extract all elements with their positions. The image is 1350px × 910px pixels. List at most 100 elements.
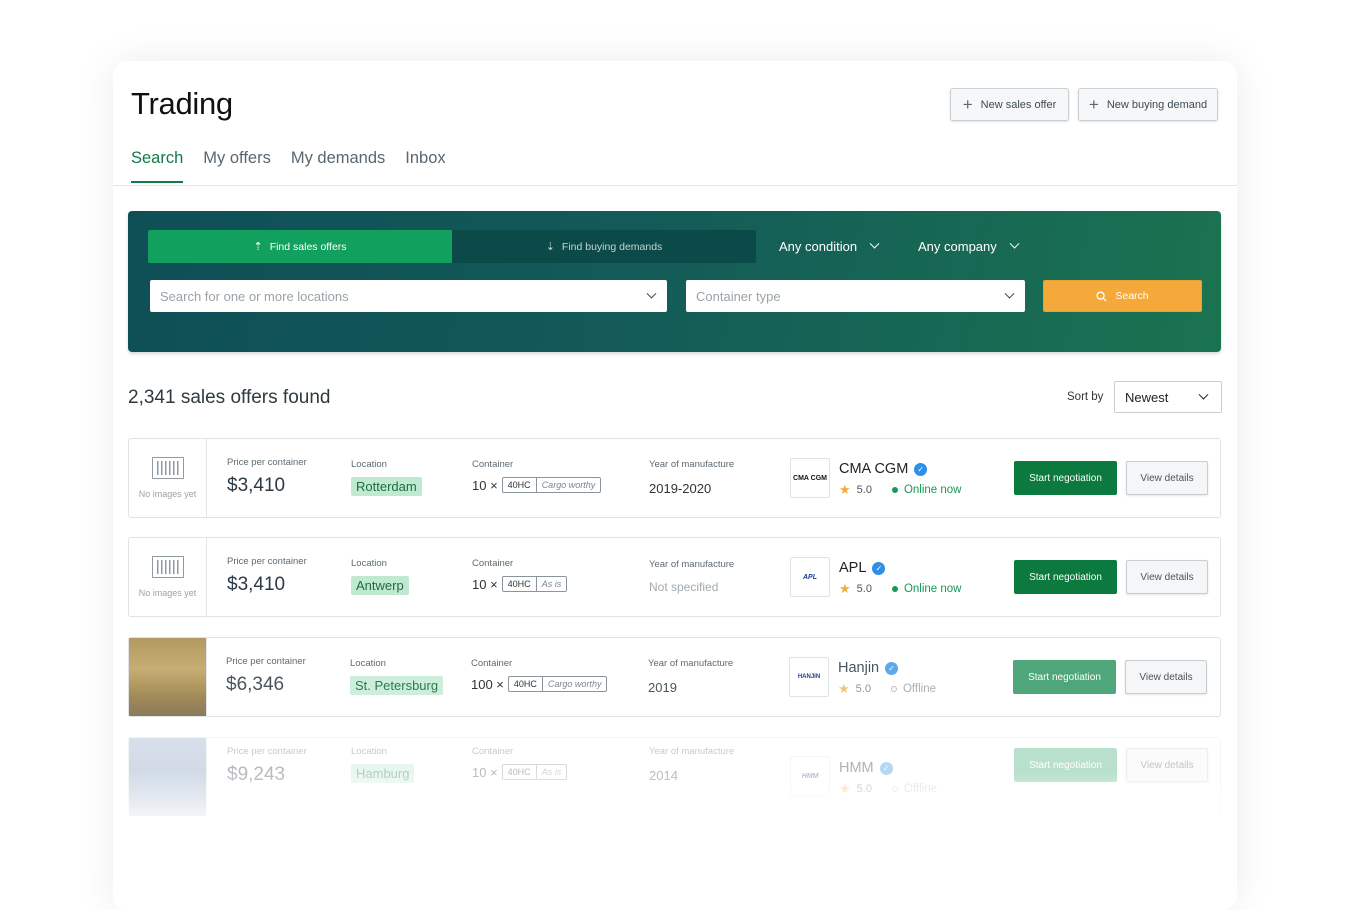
sort-value: Newest <box>1125 389 1169 405</box>
start-negotiation-button[interactable]: Start negotiation <box>1013 660 1116 694</box>
view-details-button[interactable]: View details <box>1126 461 1208 495</box>
company-name-text: CMA CGM <box>839 461 909 477</box>
year-value: 2019-2020 <box>649 481 712 496</box>
online-status: Online now <box>891 583 962 595</box>
company-name[interactable]: CMA CGM ✓ <box>839 461 928 477</box>
chevron-down-icon <box>1004 288 1015 299</box>
container-spec: 100 × 40HC Cargo worthy <box>471 676 608 692</box>
tabs-divider <box>113 185 1237 186</box>
location-placeholder: Search for one or more locations <box>160 288 349 304</box>
find-sales-offers-label: Find sales offers <box>269 240 347 253</box>
view-details-button[interactable]: View details <box>1126 748 1208 782</box>
company-rating: ★ 5.0 Online now <box>839 482 962 498</box>
search-icon <box>1096 290 1107 302</box>
container-chip: 40HC Cargo worthy <box>507 676 608 692</box>
container-code: 40HC <box>503 765 537 779</box>
container-condition: Cargo worthy <box>541 480 596 490</box>
condition-value: Any condition <box>779 239 858 254</box>
trading-window: Trading + New sales offer + New buying d… <box>113 61 1237 910</box>
container-type-select[interactable]: Container type <box>686 280 1025 312</box>
company-name[interactable]: APL ✓ <box>839 560 886 576</box>
sort-label: Sort by <box>1067 391 1104 403</box>
offer-row: No images yet Price per container $3,410… <box>128 537 1221 617</box>
company-logo: CMA CGM <box>790 458 830 498</box>
offer-row: Price per container $9,243 Location Hamb… <box>128 737 1221 817</box>
location-label: Location <box>351 459 387 470</box>
container-photo <box>129 638 207 716</box>
container-label: Container <box>472 746 514 757</box>
offer-price: $3,410 <box>227 574 286 595</box>
company-name[interactable]: Hanjin ✓ <box>838 660 899 676</box>
find-sales-offers-toggle[interactable]: ⇡ Find sales offers <box>148 230 452 263</box>
container-spec: 10 × 40HC Cargo worthy <box>472 477 602 493</box>
find-buying-demands-toggle[interactable]: ⇣ Find buying demands <box>452 230 756 263</box>
container-icon <box>151 556 184 578</box>
status-dot-icon <box>890 686 897 692</box>
star-icon: ★ <box>838 681 850 696</box>
search-button[interactable]: Search <box>1043 280 1202 312</box>
year-label: Year of manufacture <box>649 746 735 757</box>
container-chip: 40HC Cargo worthy <box>501 477 602 493</box>
verified-icon: ✓ <box>872 561 886 575</box>
view-details-button[interactable]: View details <box>1126 560 1208 594</box>
container-label: Container <box>471 658 513 669</box>
verified-icon: ✓ <box>885 661 899 675</box>
container-code: 40HC <box>503 577 537 591</box>
location-label: Location <box>351 558 387 569</box>
verified-icon: ✓ <box>914 462 928 476</box>
status-text: Offline <box>902 683 936 695</box>
tab-search[interactable]: Search <box>131 149 184 183</box>
year-label: Year of manufacture <box>648 658 734 669</box>
start-negotiation-button[interactable]: Start negotiation <box>1014 560 1117 594</box>
year-label: Year of manufacture <box>649 559 735 570</box>
company-logo: HMM <box>790 756 830 796</box>
company-name-text: HMM <box>839 760 874 776</box>
company-rating: ★ 5.0 Offline <box>839 781 937 797</box>
sort-select[interactable]: Newest <box>1114 381 1222 413</box>
location-badge: Hamburg <box>351 764 415 783</box>
start-negotiation-button[interactable]: Start negotiation <box>1014 461 1117 495</box>
offline-status: Offline <box>891 783 937 795</box>
location-badge: Antwerp <box>351 576 409 595</box>
year-value: 2019 <box>648 680 677 695</box>
tab-my-demands[interactable]: My demands <box>291 149 385 183</box>
results-count: 2,341 sales offers found <box>128 387 331 408</box>
new-buying-demand-button[interactable]: + New buying demand <box>1078 88 1218 121</box>
offline-status: Offline <box>890 683 936 695</box>
year-label: Year of manufacture <box>649 459 735 470</box>
container-qty: 10 × <box>472 764 498 780</box>
new-sales-offer-button[interactable]: + New sales offer <box>950 88 1069 121</box>
company-dropdown[interactable]: Any company <box>918 238 1020 254</box>
online-status: Online now <box>891 484 962 496</box>
container-chip: 40HC As is <box>501 764 568 780</box>
verified-icon: ✓ <box>879 761 893 775</box>
chevron-down-icon <box>1009 238 1020 249</box>
price-label: Price per container <box>226 656 306 667</box>
container-qty: 10 × <box>472 477 498 493</box>
status-text: Offline <box>903 783 937 795</box>
company-name-text: Hanjin <box>838 660 880 676</box>
star-icon: ★ <box>839 482 851 497</box>
container-condition: As is <box>541 579 562 589</box>
container-photo <box>129 738 207 816</box>
start-negotiation-button[interactable]: Start negotiation <box>1014 748 1117 782</box>
upload-icon: ⇡ <box>253 241 263 253</box>
location-search-input[interactable]: Search for one or more locations <box>150 280 667 312</box>
container-code: 40HC <box>503 478 537 492</box>
rating-value: 5.0 <box>855 683 871 695</box>
condition-dropdown[interactable]: Any condition <box>779 238 880 254</box>
rating-value: 5.0 <box>856 484 872 496</box>
container-chip: 40HC As is <box>501 576 568 592</box>
container-label: Container <box>472 459 514 470</box>
company-name[interactable]: HMM ✓ <box>839 760 893 776</box>
new-buying-demand-label: New buying demand <box>1106 98 1208 111</box>
tab-my-offers[interactable]: My offers <box>203 149 271 183</box>
container-icon <box>151 457 184 479</box>
price-label: Price per container <box>227 746 307 757</box>
status-dot-icon <box>891 586 898 592</box>
view-details-button[interactable]: View details <box>1125 660 1207 694</box>
no-images-text: No images yet <box>138 489 197 499</box>
search-panel: ⇡ Find sales offers ⇣ Find buying demand… <box>128 211 1221 352</box>
tab-inbox[interactable]: Inbox <box>405 149 445 183</box>
container-spec: 10 × 40HC As is <box>472 764 568 780</box>
